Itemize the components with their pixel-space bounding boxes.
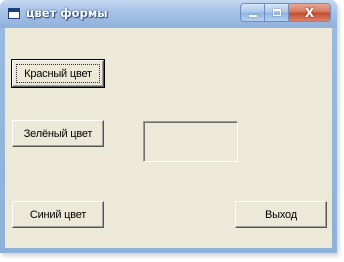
form-window-icon[interactable] bbox=[8, 8, 20, 19]
maximize-button[interactable] bbox=[265, 4, 289, 21]
green-color-button[interactable]: Зелёный цвет bbox=[12, 120, 104, 147]
minimize-button[interactable] bbox=[241, 4, 265, 21]
close-icon: X bbox=[304, 5, 315, 20]
blue-color-button[interactable]: Синий цвет bbox=[12, 201, 104, 228]
title-bar[interactable]: цвет формы X bbox=[0, 0, 337, 28]
window-title: цвет формы bbox=[26, 6, 108, 20]
close-button[interactable]: X bbox=[289, 4, 330, 21]
red-color-button[interactable]: Красный цвет bbox=[11, 59, 105, 88]
color-display-box bbox=[143, 121, 238, 162]
maximize-icon bbox=[272, 9, 281, 16]
minimize-icon bbox=[248, 14, 257, 17]
exit-button[interactable]: Выход bbox=[235, 201, 327, 228]
window-controls: X bbox=[240, 3, 331, 22]
